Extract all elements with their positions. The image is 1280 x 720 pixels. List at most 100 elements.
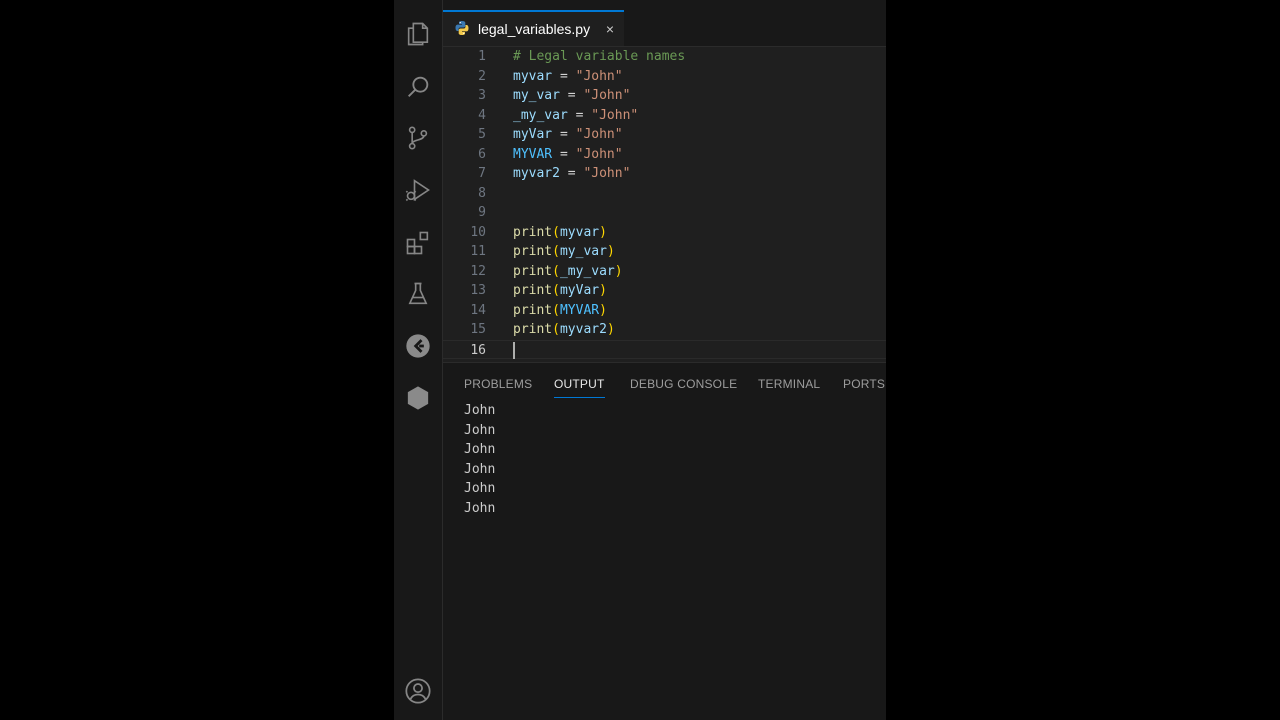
- code-token: print: [513, 302, 553, 318]
- code-token: myVar: [513, 127, 553, 142]
- code-token: =: [552, 146, 576, 162]
- run-debug-icon[interactable]: [402, 174, 434, 206]
- code-line[interactable]: 15 print(myvar2): [443, 320, 886, 339]
- code-token: print: [513, 244, 553, 259]
- line-number: 6: [478, 146, 486, 162]
- line-number: 4: [478, 107, 486, 123]
- code-line[interactable]: 11 print(my_var): [443, 242, 886, 261]
- code-text: MYVAR = "John": [513, 145, 623, 164]
- line-number: 15: [470, 322, 486, 337]
- code-token: # Legal variable names: [513, 49, 686, 64]
- code-line[interactable]: 9: [443, 203, 886, 222]
- line-number: 7: [478, 166, 486, 181]
- code-text: myvar = "John": [513, 67, 623, 86]
- testing-icon[interactable]: [402, 278, 434, 310]
- code-text: print(my_var): [513, 242, 615, 261]
- search-icon[interactable]: [402, 71, 434, 103]
- code-line[interactable]: 12 print(_my_var): [443, 262, 886, 281]
- text-cursor: [513, 341, 515, 359]
- code-text: print(MYVAR): [513, 301, 607, 320]
- vscode-window: legal_variables.py × 1 # Legal variable n…: [394, 0, 886, 720]
- code-token: print: [513, 224, 553, 240]
- line-number: 11: [470, 244, 486, 259]
- code-text: myvar2 = "John": [513, 164, 630, 183]
- code-token: _my_var: [513, 107, 568, 123]
- code-line[interactable]: 8: [443, 184, 886, 203]
- code-line[interactable]: 4 _my_var = "John": [443, 106, 886, 125]
- tab-problems[interactable]: PROBLEMS: [464, 377, 532, 397]
- tab-debug-console[interactable]: DEBUG CONSOLE: [630, 377, 737, 397]
- line-number: 8: [478, 185, 486, 201]
- code-token: MYVAR: [513, 146, 553, 162]
- extensions-icon[interactable]: [402, 227, 434, 259]
- code-line[interactable]: 2 myvar = "John": [443, 67, 886, 86]
- code-token: =: [559, 166, 584, 181]
- code-token: "John": [583, 88, 631, 103]
- code-token: "John": [575, 146, 623, 162]
- code-token: my_var: [513, 88, 560, 103]
- code-line[interactable]: 3 my_var = "John": [443, 86, 886, 105]
- line-number: 9: [478, 205, 486, 220]
- code-token: ): [614, 263, 623, 279]
- code-text: print(myVar): [513, 281, 607, 300]
- code-line[interactable]: 5 myVar = "John": [443, 125, 886, 144]
- line-number: 10: [470, 224, 486, 240]
- code-token: MYVAR: [559, 302, 600, 318]
- code-token: print: [513, 283, 553, 298]
- python-file-icon: [454, 20, 470, 39]
- explorer-icon[interactable]: [402, 18, 434, 50]
- tab-output[interactable]: OUTPUT: [554, 377, 605, 398]
- code-text: print(myvar): [513, 223, 607, 242]
- code-token: ): [599, 283, 607, 298]
- code-token: myvar2: [513, 166, 560, 181]
- code-token: my_var: [559, 244, 607, 259]
- code-token: myvar: [513, 68, 553, 84]
- code-token: (: [552, 244, 560, 259]
- code-line[interactable]: 14 print(MYVAR): [443, 301, 886, 320]
- code-token: _my_var: [559, 263, 615, 279]
- python-extension-icon[interactable]: [402, 330, 434, 362]
- code-token: (: [552, 283, 560, 298]
- code-line[interactable]: 7 myvar2 = "John": [443, 164, 886, 183]
- code-token: myvar: [559, 224, 600, 240]
- tab-terminal[interactable]: TERMINAL: [758, 377, 820, 397]
- code-text: print(_my_var): [513, 262, 623, 281]
- code-text: print(myvar2): [513, 320, 615, 339]
- code-token: "John": [575, 127, 623, 142]
- code-text: _my_var = "John": [513, 106, 638, 125]
- code-token: ): [606, 244, 615, 259]
- code-token: (: [552, 263, 560, 279]
- code-token: ): [599, 224, 607, 240]
- source-control-icon[interactable]: [402, 122, 434, 154]
- code-token: ): [599, 302, 607, 318]
- line-number: 16: [470, 342, 486, 358]
- account-icon[interactable]: [402, 675, 434, 707]
- code-text: my_var = "John": [513, 86, 630, 105]
- code-text: myVar = "John": [513, 125, 623, 144]
- code-token: (: [552, 322, 560, 337]
- close-icon[interactable]: ×: [606, 22, 614, 36]
- code-line[interactable]: 16: [443, 339, 886, 359]
- output-line: John: [464, 500, 496, 516]
- output-line: John: [464, 481, 496, 496]
- code-line[interactable]: 10 print(myvar): [443, 223, 886, 242]
- tab-ports[interactable]: PORTS: [843, 377, 885, 397]
- hexagon-icon[interactable]: [402, 382, 434, 414]
- code-token: "John": [575, 68, 623, 84]
- editor-tab-bar: legal_variables.py ×: [443, 0, 886, 47]
- output-line: John: [464, 403, 496, 418]
- bottom-panel: PROBLEMS OUTPUT DEBUG CONSOLE TERMINAL PORTS…: [443, 362, 886, 720]
- code-token: "John": [591, 107, 639, 123]
- code-token: =: [559, 88, 584, 103]
- line-number: 13: [470, 283, 486, 298]
- code-line[interactable]: 6 MYVAR = "John": [443, 145, 886, 164]
- code-line[interactable]: 13 print(myVar): [443, 281, 886, 300]
- code-line[interactable]: 1 # Legal variable names: [443, 47, 886, 66]
- code-token: (: [552, 302, 560, 318]
- code-token: print: [513, 322, 553, 337]
- code-token: print: [513, 263, 553, 279]
- code-token: myVar: [559, 283, 600, 298]
- line-number: 14: [470, 302, 486, 318]
- tab-legal-variables[interactable]: legal_variables.py ×: [443, 10, 624, 46]
- line-number: 2: [478, 68, 486, 84]
